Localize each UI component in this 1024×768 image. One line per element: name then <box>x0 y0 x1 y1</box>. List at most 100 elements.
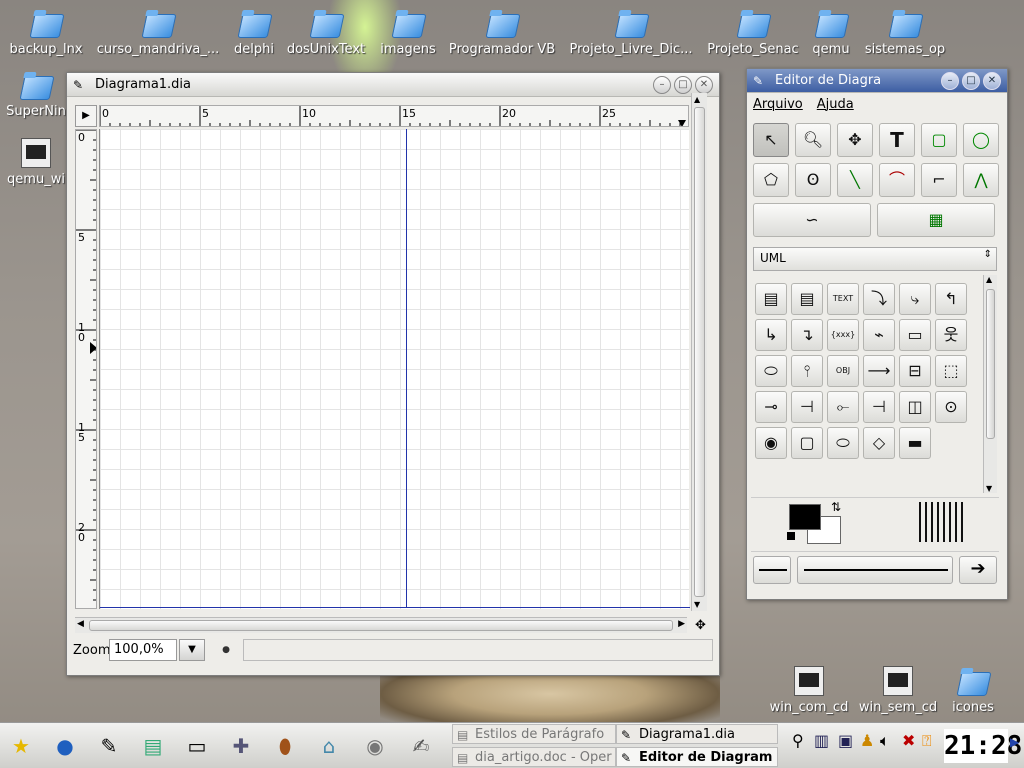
globe-icon[interactable]: ● <box>48 729 82 763</box>
uml-class-shape[interactable]: ▤ <box>755 283 787 315</box>
uml-dependency-shape[interactable]: ⤵ <box>863 283 895 315</box>
pointer-tool[interactable]: ↖ <box>753 123 789 157</box>
uml-classicon-shape[interactable]: ⊸ <box>755 391 787 423</box>
sheet-select[interactable]: UML ⇕ <box>753 247 997 271</box>
image-tool[interactable]: ▦ <box>877 203 995 237</box>
task-diagrama[interactable]: ✎ Diagrama1.dia <box>616 724 778 744</box>
minimize-button[interactable]: – <box>941 71 959 90</box>
task-estilos[interactable]: ▤ Estilos de Parágrafo <box>452 724 616 744</box>
menu-arquivo[interactable]: Arquivo <box>753 97 803 112</box>
default-colors-icon[interactable] <box>787 532 795 540</box>
desktop-icon-programador-vb[interactable]: Programador VB <box>437 8 567 57</box>
uml-large-package-shape[interactable]: ▭ <box>899 319 931 351</box>
uml-text-shape[interactable]: TEXT <box>827 283 859 315</box>
uml-decision-shape[interactable]: ◇ <box>863 427 895 459</box>
volume-icon[interactable]: 🔈︎ <box>880 731 890 751</box>
task-dia-artigo[interactable]: ▤ dia_artigo.doc - Oper <box>452 747 616 767</box>
magnify-tool[interactable]: 🔍︎ <box>795 123 831 157</box>
uml-state-shape[interactable]: ▢ <box>791 427 823 459</box>
beziergon-tool[interactable]: ʘ <box>795 163 831 197</box>
uml-actor-shape[interactable]: 웃 <box>935 319 967 351</box>
minimize-button[interactable]: – <box>653 75 671 94</box>
maximize-button[interactable]: □ <box>674 75 692 94</box>
dia-launcher-icon[interactable]: ✎ <box>92 729 126 763</box>
toolbox-titlebar[interactable]: ✎ Editor de Diagra – □ ✕ <box>747 69 1007 93</box>
arc-tool[interactable]: ⌒ <box>879 163 915 197</box>
close-button[interactable]: ✕ <box>983 71 1001 90</box>
task-editor-diagrama[interactable]: ✎ Editor de Diagram <box>616 747 778 767</box>
diagram-canvas[interactable] <box>99 129 690 609</box>
user-icon[interactable]: ♟ <box>860 731 874 750</box>
horizontal-scrollbar[interactable]: ◀ ▶ <box>75 617 687 633</box>
start-menu-star-icon[interactable]: ★ <box>4 729 38 763</box>
scroll-down-icon[interactable]: ▼ <box>986 484 992 493</box>
menu-ajuda[interactable]: Ajuda <box>817 97 854 112</box>
uml-small-package-shape[interactable]: ⌁ <box>863 319 895 351</box>
uml-constraint-shape[interactable]: {xxx} <box>827 319 859 351</box>
uml-association-shape[interactable]: ↳ <box>755 319 787 351</box>
uml-activity-shape[interactable]: ◫ <box>899 391 931 423</box>
box-tool[interactable]: ▢ <box>921 123 957 157</box>
uml-node-shape[interactable]: ⬚ <box>935 355 967 387</box>
uml-message-shape[interactable]: ⟶ <box>863 355 895 387</box>
palette-scrollbar[interactable]: ▲ ▼ <box>983 275 997 493</box>
uml-implements-shape[interactable]: ↴ <box>791 319 823 351</box>
pin-icon[interactable]: ⚲ <box>792 731 804 750</box>
start-arrow-button[interactable] <box>753 556 791 584</box>
navigate-icon[interactable]: ✥ <box>695 618 706 633</box>
zoom-dropdown-button[interactable]: ▼ <box>179 639 205 661</box>
writer-icon[interactable]: ✍ <box>404 729 438 763</box>
terminal-icon[interactable]: ▭ <box>180 729 214 763</box>
horizontal-scroll-thumb[interactable] <box>89 620 673 631</box>
uml-branch-shape[interactable]: ⊣ <box>863 391 895 423</box>
line-style-button[interactable] <box>797 556 953 584</box>
vertical-scrollbar[interactable]: ▲ ▼ <box>691 93 707 611</box>
uml-activity-state-shape[interactable]: ⬭ <box>827 427 859 459</box>
uml-initial-shape[interactable]: ◉ <box>755 427 787 459</box>
polyline-tool[interactable]: ⋀ <box>963 163 999 197</box>
uml-fork-shape[interactable]: ⟜ <box>827 391 859 423</box>
scroll-down-icon[interactable]: ▼ <box>694 600 700 609</box>
uml-state-term-shape[interactable]: ⊣ <box>791 391 823 423</box>
network-icon[interactable]: ▥ <box>814 731 829 750</box>
uml-realizes-shape[interactable]: ⤷ <box>899 283 931 315</box>
uml-bar-shape[interactable]: ▬ <box>899 427 931 459</box>
desktop-icon-icones[interactable]: icones <box>908 666 1024 715</box>
uml-note-class-shape[interactable]: ▤ <box>791 283 823 315</box>
taskbar-arrow-icon[interactable]: ▶ <box>1010 735 1019 749</box>
gamepad-icon[interactable]: ✚ <box>224 729 258 763</box>
uml-note-shape[interactable]: ⊙ <box>935 391 967 423</box>
palette-scroll-thumb[interactable] <box>986 289 995 439</box>
uml-lifeline-shape[interactable]: ⫯ <box>791 355 823 387</box>
uml-component-shape[interactable]: ⊟ <box>899 355 931 387</box>
ruler-menu-button[interactable]: ▶ <box>75 105 97 127</box>
zigzag-tool[interactable]: ⌐ <box>921 163 957 197</box>
vertical-scroll-thumb[interactable] <box>694 107 705 597</box>
scroll-right-icon[interactable]: ▶ <box>678 619 685 629</box>
diagram-titlebar[interactable]: ✎ Diagrama1.dia – □ ✕ <box>67 73 719 97</box>
swap-colors-icon[interactable]: ⇅ <box>831 500 841 514</box>
polygon-tool[interactable]: ⬠ <box>753 163 789 197</box>
image-viewer-icon[interactable]: ▤ <box>136 729 170 763</box>
end-arrow-button[interactable]: ➔ <box>959 556 997 584</box>
display-icon[interactable]: ▣ <box>838 731 853 750</box>
text-tool[interactable]: T <box>879 123 915 157</box>
foreground-color-swatch[interactable] <box>789 504 821 530</box>
uml-usecase-shape[interactable]: ⬭ <box>755 355 787 387</box>
uml-generalization-shape[interactable]: ↰ <box>935 283 967 315</box>
scroll-up-icon[interactable]: ▲ <box>986 275 992 284</box>
desktop-icon-projeto-livre[interactable]: Projeto_Livre_Dic... <box>564 8 698 57</box>
line-width-selector[interactable] <box>919 502 963 542</box>
coffee-bean-icon[interactable]: ⬮ <box>268 729 302 763</box>
scroll-left-icon[interactable]: ◀ <box>77 619 84 629</box>
snap-to-grid-toggle[interactable]: ● <box>213 639 239 661</box>
bezier-tool[interactable]: ∽ <box>753 203 871 237</box>
uml-object-shape[interactable]: OBJ <box>827 355 859 387</box>
ellipse-tool[interactable]: ◯ <box>963 123 999 157</box>
line-tool[interactable]: ╲ <box>837 163 873 197</box>
igloo-icon[interactable]: ⌂ <box>312 729 346 763</box>
zoom-input[interactable]: 100,0% <box>109 639 177 661</box>
help-icon[interactable]: ⍰ <box>922 731 932 751</box>
desktop-icon-sistemas-op[interactable]: sistemas_op <box>840 8 970 57</box>
disconnected-icon[interactable]: ✖ <box>902 731 915 750</box>
